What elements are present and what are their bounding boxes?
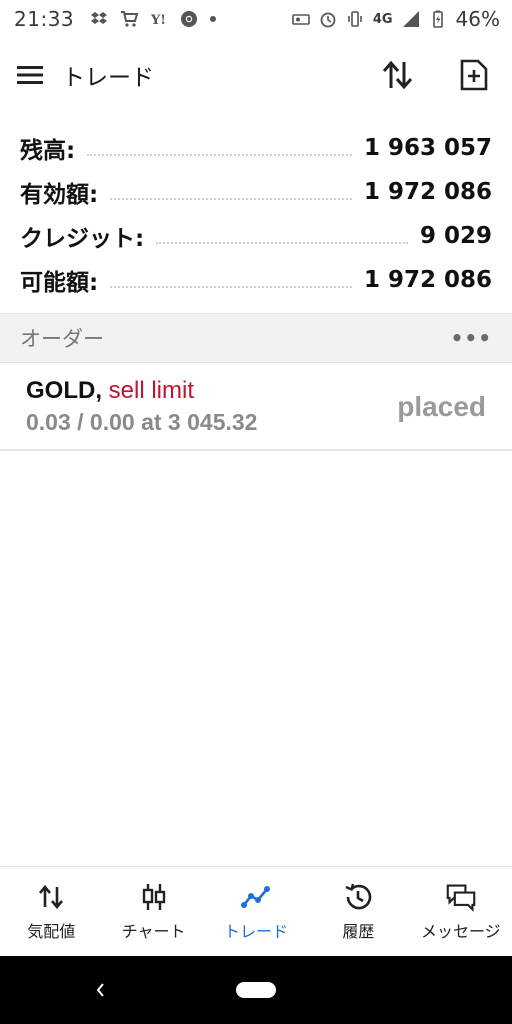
battery-icon [429, 10, 447, 28]
bottom-nav: 気配値 チャート トレード 履歴 メッセージ [0, 866, 512, 956]
svg-text:Y!: Y! [150, 13, 166, 28]
sort-icon[interactable] [382, 59, 414, 91]
credit-row: クレジット: 9 029 [0, 214, 512, 258]
orders-section-title: オーダー [20, 327, 104, 351]
chart-icon [139, 882, 169, 912]
free-margin-row: 可能額: 1 972 086 [0, 258, 512, 302]
notification-icons: Y! [90, 10, 217, 28]
account-summary: 残高: 1 963 057 有効額: 1 972 086 クレジット: 9 02… [0, 126, 512, 302]
vpn-key-icon [292, 10, 310, 28]
order-row[interactable]: GOLD, sell limit 0.03 / 0.00 at 3 045.32… [0, 364, 512, 451]
signal-icon [402, 10, 420, 28]
order-state: placed [397, 390, 486, 422]
dotted-leader [87, 154, 352, 156]
nav-chart-label: チャート [121, 921, 186, 941]
menu-icon[interactable] [16, 61, 44, 89]
system-nav-bar [0, 956, 512, 1024]
nav-chart[interactable]: チャート [102, 867, 204, 956]
balance-value: 1 963 057 [363, 135, 492, 161]
equity-row: 有効額: 1 972 086 [0, 170, 512, 214]
more-notifications-icon [210, 16, 217, 22]
alarm-icon [319, 10, 337, 28]
battery-percent: 46% [455, 7, 500, 31]
dotted-leader [156, 242, 408, 244]
trade-icon [241, 882, 271, 912]
back-icon[interactable] [90, 978, 110, 1002]
equity-value: 1 972 086 [363, 179, 492, 205]
credit-label: クレジット: [20, 226, 145, 252]
status-time: 21:33 [14, 7, 75, 31]
dotted-leader [110, 286, 352, 288]
home-pill[interactable] [236, 982, 276, 998]
nav-history[interactable]: 履歴 [307, 867, 409, 956]
dotted-leader [110, 198, 352, 200]
free-margin-label: 可能額: [20, 270, 99, 296]
app-bar: トレード [0, 44, 512, 106]
more-options-icon[interactable]: ••• [451, 326, 492, 350]
nav-messages[interactable]: メッセージ [410, 867, 512, 956]
free-margin-value: 1 972 086 [363, 267, 492, 293]
chrome-icon [180, 10, 198, 28]
nav-quotes[interactable]: 気配値 [0, 867, 102, 956]
messages-icon [446, 882, 476, 912]
cart-icon [120, 10, 139, 28]
vibrate-icon [346, 10, 364, 28]
order-symbol: GOLD, [26, 377, 102, 404]
balance-label: 残高: [20, 138, 76, 164]
new-order-icon[interactable] [458, 59, 490, 91]
yahoo-icon: Y! [150, 10, 168, 28]
nav-trade[interactable]: トレード [205, 867, 307, 956]
nav-trade-label: トレード [224, 921, 289, 941]
quotes-icon [36, 882, 66, 912]
balance-row: 残高: 1 963 057 [0, 126, 512, 170]
order-details: 0.03 / 0.00 at 3 045.32 [26, 409, 258, 435]
system-status: 4G 46% [292, 7, 500, 31]
nav-quotes-label: 気配値 [27, 921, 76, 941]
history-icon [343, 882, 373, 912]
equity-label: 有効額: [20, 182, 99, 208]
order-type: sell limit [108, 377, 195, 404]
nav-history-label: 履歴 [342, 921, 375, 941]
orders-section-header: オーダー ••• [0, 313, 512, 363]
page-title: トレード [62, 65, 154, 91]
nav-messages-label: メッセージ [420, 921, 501, 941]
dropbox-icon [90, 10, 108, 28]
network-type: 4G [372, 11, 393, 27]
status-bar: 21:33 Y! 4G 46% [0, 0, 512, 38]
credit-value: 9 029 [419, 223, 492, 249]
